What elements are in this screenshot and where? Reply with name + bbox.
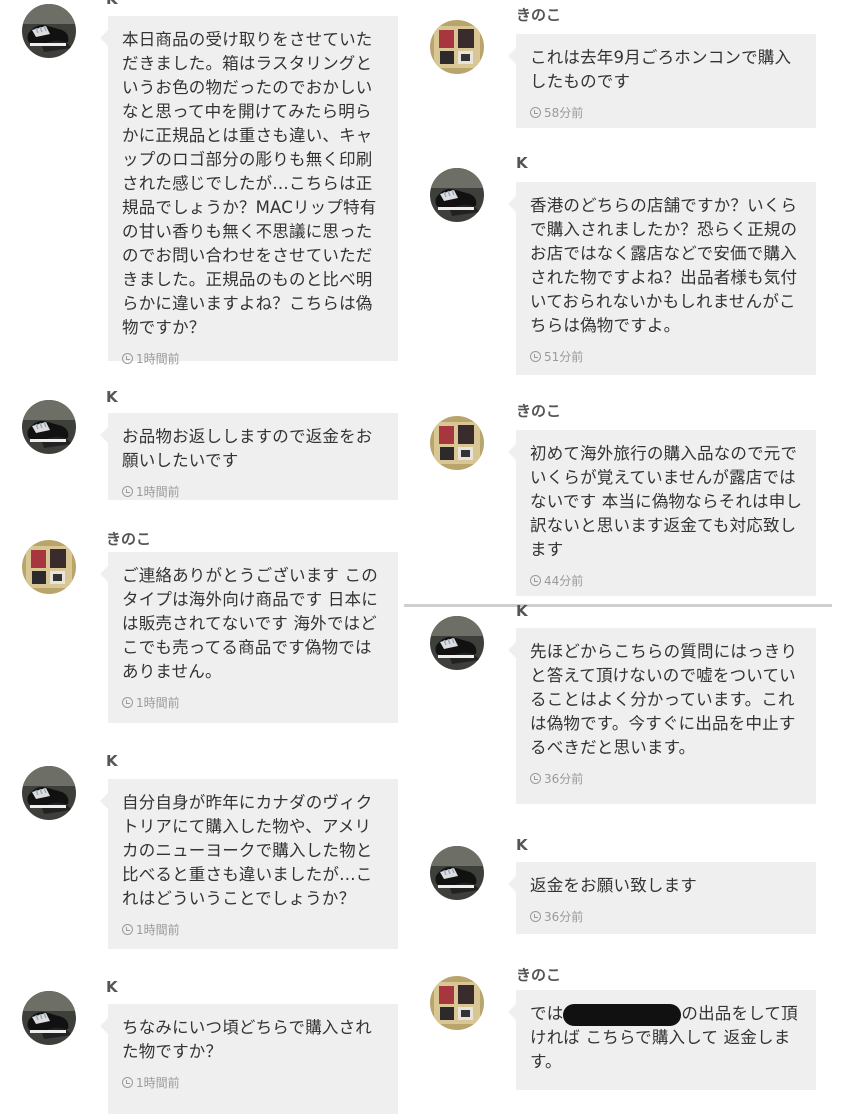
timestamp: 1時間前 bbox=[122, 350, 386, 367]
timestamp: 36分前 bbox=[530, 770, 804, 787]
message-text: 初めて海外旅行の購入品なので元でいくらが覚えていませんが露店ではないです 本当に… bbox=[530, 444, 803, 559]
sender-name: きのこ bbox=[106, 530, 152, 548]
sender-name: K bbox=[106, 388, 118, 406]
clock-icon bbox=[530, 351, 541, 362]
message-bubble: 香港のどちらの店舗ですか？いくらで購入されましたか？恐らく正規のお店ではなく露店… bbox=[508, 182, 816, 375]
message-bubble: 本日商品の受け取りをさせていただきました。箱はラスタリングというお色の物だったの… bbox=[100, 16, 398, 366]
clock-icon bbox=[122, 1077, 133, 1088]
message-text: ちなみにいつ頃どちらで購入された物ですか？ bbox=[122, 1018, 373, 1061]
message-text: 香港のどちらの店舗ですか？いくらで購入されましたか？恐らく正規のお店ではなく露店… bbox=[530, 196, 798, 335]
avatar[interactable] bbox=[22, 540, 76, 594]
sender-name: K bbox=[106, 978, 118, 996]
cards-avatar-image bbox=[430, 20, 484, 74]
clock-icon bbox=[530, 773, 541, 784]
message-text: 本日商品の受け取りをさせていただきました。箱はラスタリングというお色の物だったの… bbox=[122, 30, 377, 337]
sender-name: きのこ bbox=[516, 402, 562, 420]
sender-name: K bbox=[516, 836, 528, 854]
timestamp: 51分前 bbox=[530, 348, 804, 365]
message-bubble: 自分自身が昨年にカナダのヴィクトリアにて購入した物や、アメリカのニューヨークで購… bbox=[100, 779, 398, 949]
message-bubble: お品物お返ししますので返金をお願いしたいです 1時間前 bbox=[100, 413, 398, 500]
shoes-avatar-image bbox=[22, 4, 76, 58]
divider bbox=[404, 604, 832, 607]
message-bubble: 初めて海外旅行の購入品なので元でいくらが覚えていませんが露店ではないです 本当に… bbox=[508, 430, 816, 596]
timestamp: 1時間前 bbox=[122, 1074, 386, 1091]
sender-name: K bbox=[516, 154, 528, 172]
message-bubble: では の出品をして頂ければ こちらで購入して 返金します。 bbox=[508, 990, 816, 1090]
avatar[interactable] bbox=[430, 976, 484, 1030]
cards-avatar-image bbox=[430, 416, 484, 470]
shoes-avatar-image bbox=[22, 400, 76, 454]
cards-avatar-image bbox=[22, 540, 76, 594]
message-bubble: ご連絡ありがとうございます このタイプは海外向け商品です 日本には販売されてない… bbox=[100, 552, 398, 723]
shoes-avatar-image bbox=[430, 846, 484, 900]
timestamp: 44分前 bbox=[530, 572, 804, 589]
clock-icon bbox=[530, 575, 541, 586]
shoes-avatar-image bbox=[430, 616, 484, 670]
timestamp: 1時間前 bbox=[122, 694, 386, 711]
clock-icon bbox=[122, 697, 133, 708]
message-bubble: 返金をお願い致します 36分前 bbox=[508, 862, 816, 934]
clock-icon bbox=[122, 924, 133, 935]
avatar[interactable] bbox=[430, 168, 484, 222]
clock-icon bbox=[530, 911, 541, 922]
clock-icon bbox=[122, 486, 133, 497]
message-bubble: 先ほどからこちらの質問にはっきりと答えて頂けないので嘘をついていることはよく分か… bbox=[508, 628, 816, 804]
avatar[interactable] bbox=[22, 766, 76, 820]
avatar[interactable] bbox=[22, 991, 76, 1045]
timestamp: 58分前 bbox=[530, 104, 804, 121]
sender-name: きのこ bbox=[516, 6, 562, 24]
shoes-avatar-image bbox=[430, 168, 484, 222]
shoes-avatar-image bbox=[22, 766, 76, 820]
timestamp: 1時間前 bbox=[122, 483, 386, 500]
sender-name: K bbox=[106, 0, 118, 8]
message-text: 返金をお願い致します bbox=[530, 876, 697, 895]
message-text: ご連絡ありがとうございます このタイプは海外向け商品です 日本には販売されてない… bbox=[122, 566, 378, 681]
timestamp: 1時間前 bbox=[122, 921, 386, 938]
sender-name: K bbox=[106, 752, 118, 770]
clock-icon bbox=[530, 107, 541, 118]
message-text: 先ほどからこちらの質問にはっきりと答えて頂けないので嘘をついていることはよく分か… bbox=[530, 642, 798, 757]
timestamp: 36分前 bbox=[530, 908, 804, 925]
avatar[interactable] bbox=[430, 616, 484, 670]
message-text: では の出品をして頂ければ こちらで購入して 返金します。 bbox=[530, 1003, 798, 1071]
sender-name: K bbox=[516, 602, 528, 620]
avatar[interactable] bbox=[22, 4, 76, 58]
avatar[interactable] bbox=[430, 416, 484, 470]
cards-avatar-image bbox=[430, 976, 484, 1030]
message-text: 自分自身が昨年にカナダのヴィクトリアにて購入した物や、アメリカのニューヨークで購… bbox=[122, 793, 373, 908]
shoes-avatar-image bbox=[22, 991, 76, 1045]
message-text: これは去年9月ごろホンコンで購入したものです bbox=[530, 48, 792, 91]
clock-icon bbox=[122, 353, 133, 364]
redaction-mark bbox=[563, 1003, 682, 1026]
avatar[interactable] bbox=[430, 20, 484, 74]
sender-name: きのこ bbox=[516, 966, 562, 984]
avatar[interactable] bbox=[430, 846, 484, 900]
message-text: お品物お返ししますので返金をお願いしたいです bbox=[122, 427, 373, 470]
message-bubble: ちなみにいつ頃どちらで購入された物ですか？ 1時間前 bbox=[100, 1004, 398, 1114]
avatar[interactable] bbox=[22, 400, 76, 454]
message-bubble: これは去年9月ごろホンコンで購入したものです 58分前 bbox=[508, 34, 816, 128]
